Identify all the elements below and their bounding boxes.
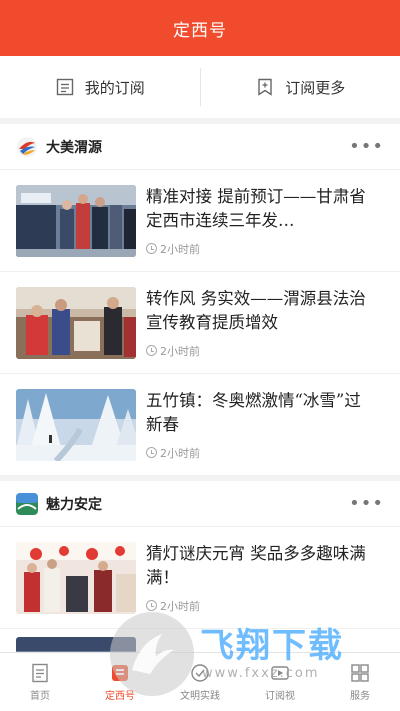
list-doc-icon — [55, 77, 75, 97]
news-time: 2小时前 — [146, 241, 376, 257]
subscribe-more-label: 订阅更多 — [285, 78, 346, 97]
clock-icon — [146, 345, 157, 356]
subscription-bar: 我的订阅 订阅更多 — [0, 56, 400, 118]
bookmark-add-icon — [255, 77, 275, 97]
my-subscriptions-label: 我的订阅 — [84, 78, 145, 97]
tab-label: 订阅视 — [265, 691, 295, 702]
app-header: 定西号 — [0, 0, 400, 56]
time-label: 2小时前 — [160, 344, 200, 358]
news-thumbnail — [16, 286, 136, 359]
time-label: 2小时前 — [160, 599, 200, 613]
page-title: 定西号 — [173, 20, 227, 41]
channel-section-anding: 魅力安定 ••• 猜灯谜庆元宵 奖品多多趣味满满！ 2小时前 — [0, 481, 400, 669]
section-header[interactable]: 大美渭源 ••• — [0, 124, 400, 170]
news-item[interactable]: 转作风 务实效——渭源县法治宣传教育提质增效 2小时前 — [0, 272, 400, 374]
news-thumbnail — [16, 388, 136, 461]
time-label: 2小时前 — [160, 242, 200, 256]
section-header[interactable]: 魅力安定 ••• — [0, 481, 400, 527]
news-item[interactable]: 精准对接 提前预订——甘肃省定西市连续三年发… 2小时前 — [0, 170, 400, 272]
more-options-icon[interactable]: ••• — [349, 494, 384, 512]
channel-section-weiyuan: 大美渭源 ••• 精准对接 提前预订——甘肃省定西市连续三年发… 2小时前 转作… — [0, 124, 400, 476]
news-item[interactable]: 五竹镇：冬奥燃激情“冰雪”过新春 2小时前 — [0, 374, 400, 476]
news-thumbnail — [16, 184, 136, 257]
more-options-icon[interactable]: ••• — [349, 137, 384, 155]
tab-dingxihao[interactable]: 定西号 — [80, 653, 160, 711]
tab-civilization-practice[interactable]: 文明实践 — [160, 653, 240, 711]
my-subscriptions-button[interactable]: 我的订阅 — [0, 56, 200, 118]
time-label: 2小时前 — [160, 446, 200, 460]
tab-label: 服务 — [350, 691, 370, 702]
service-icon — [349, 662, 371, 684]
channel-logo-icon — [16, 492, 38, 515]
news-time: 2小时前 — [146, 598, 376, 614]
tab-service[interactable]: 服务 — [320, 653, 400, 711]
section-title: 魅力安定 — [46, 496, 102, 513]
news-headline: 精准对接 提前预订——甘肃省定西市连续三年发… — [146, 186, 366, 230]
section-title: 大美渭源 — [46, 139, 102, 156]
tab-video[interactable]: 订阅视 — [240, 653, 320, 711]
channel-logo-icon — [16, 136, 38, 158]
civilization-icon — [189, 662, 211, 684]
dingxihao-icon — [109, 662, 131, 684]
news-headline: 猜灯谜庆元宵 奖品多多趣味满满！ — [146, 543, 366, 587]
clock-icon — [146, 243, 157, 254]
clock-icon — [146, 447, 157, 458]
tab-label: 定西号 — [105, 691, 135, 702]
bottom-tab-bar: 首页 定西号 文明实践 订阅视 服务 — [0, 652, 400, 711]
home-doc-icon — [29, 662, 51, 684]
clock-icon — [146, 600, 157, 611]
tab-label: 文明实践 — [180, 691, 220, 702]
subscribe-more-button[interactable]: 订阅更多 — [201, 56, 400, 118]
video-icon — [269, 662, 291, 684]
news-time: 2小时前 — [146, 343, 376, 359]
news-item[interactable]: 猜灯谜庆元宵 奖品多多趣味满满！ 2小时前 — [0, 527, 400, 629]
news-headline: 转作风 务实效——渭源县法治宣传教育提质增效 — [146, 288, 366, 332]
tab-home[interactable]: 首页 — [0, 653, 80, 711]
news-headline: 五竹镇：冬奥燃激情“冰雪”过新春 — [146, 390, 361, 434]
news-time: 2小时前 — [146, 445, 376, 461]
tab-label: 首页 — [30, 691, 50, 702]
news-thumbnail — [16, 541, 136, 614]
